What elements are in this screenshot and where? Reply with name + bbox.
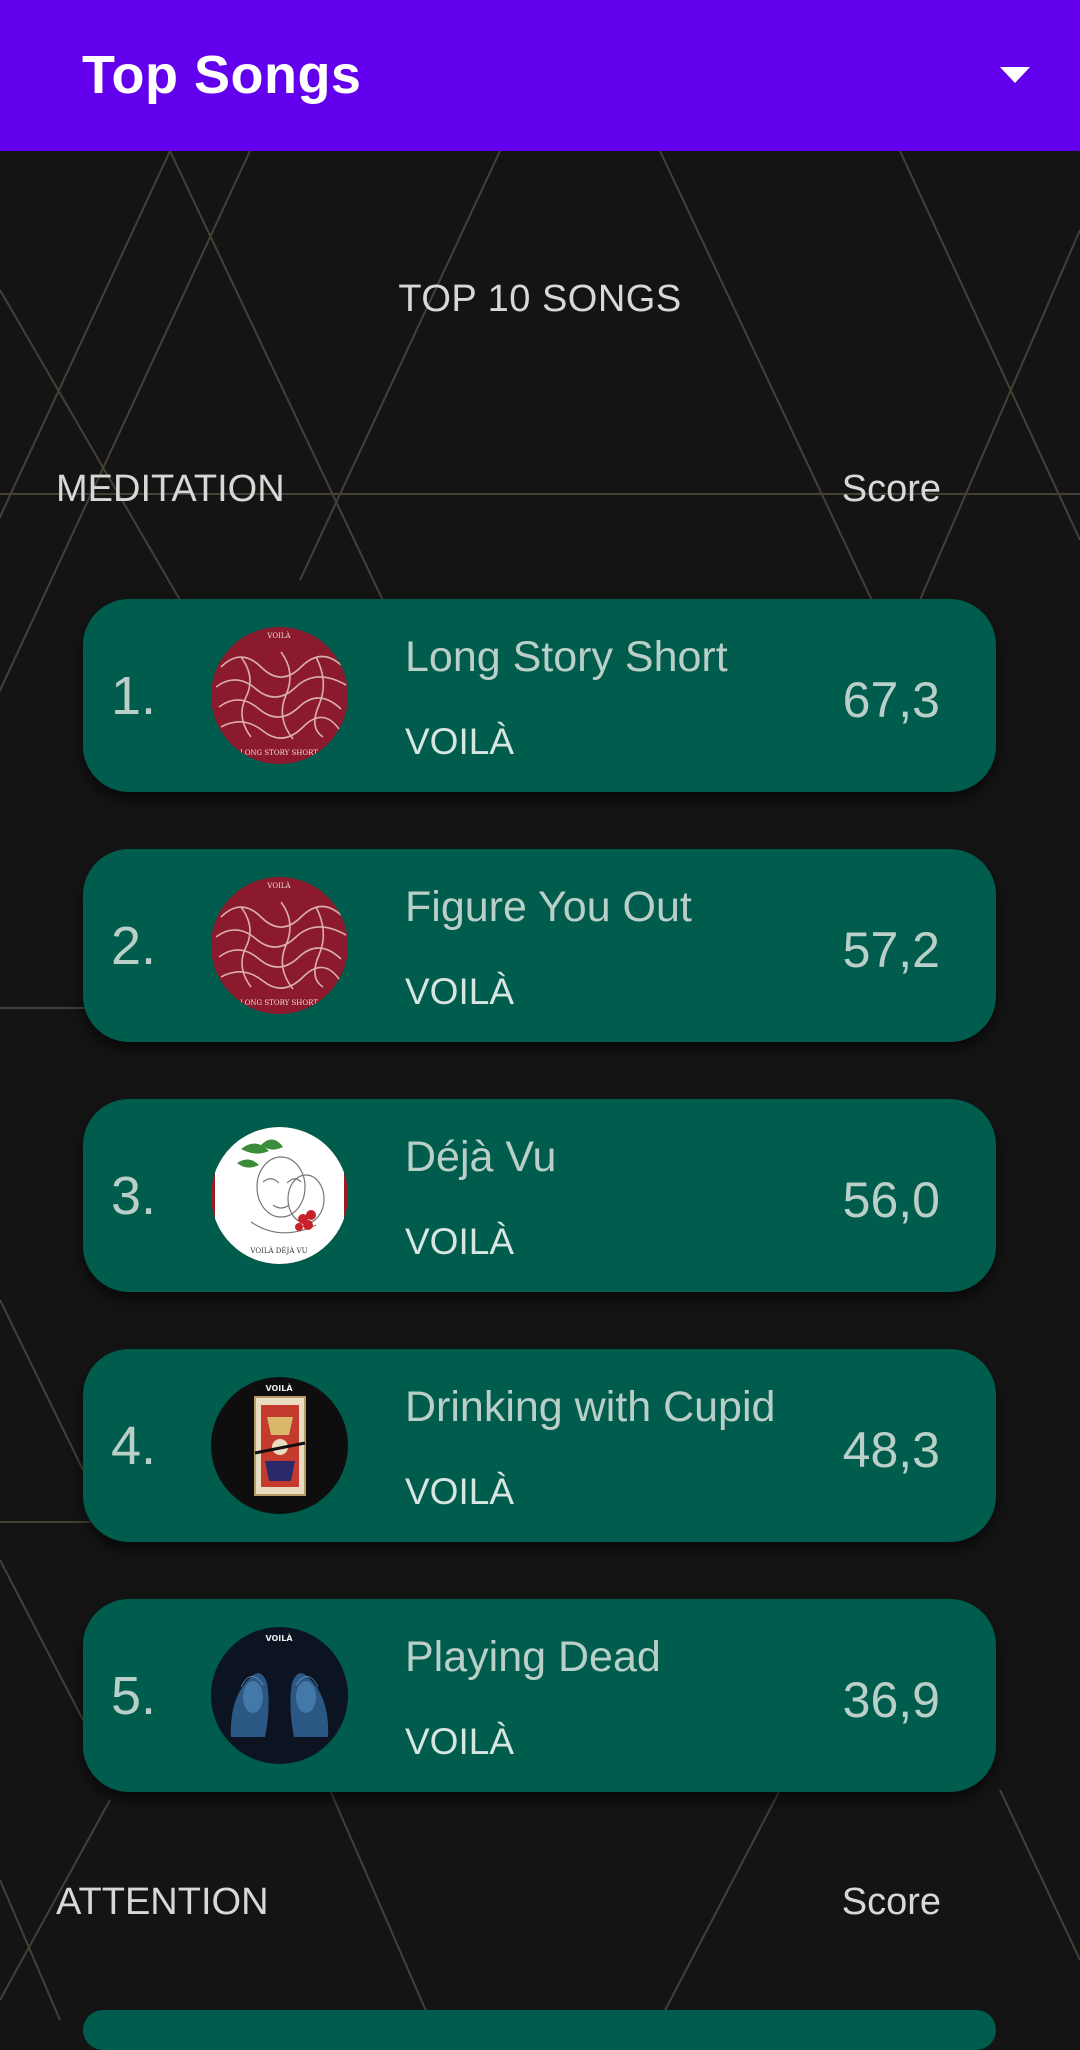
- song-card[interactable]: 5. VOILÀ Playing Dead VOILÀ 36,9: [83, 1599, 996, 1792]
- svg-text:LONG STORY SHORT: LONG STORY SHORT: [240, 999, 318, 1007]
- section-title: MEDITATION: [56, 468, 285, 510]
- song-rank: 1.: [111, 666, 157, 726]
- song-artist: VOILÀ: [405, 721, 514, 762]
- song-artist: VOILÀ: [405, 1471, 514, 1512]
- album-art-red-pattern: VOILÀ LONG STORY SHORT: [211, 627, 348, 764]
- section-title: ATTENTION: [56, 1881, 269, 1923]
- svg-text:VOILÀ: VOILÀ: [265, 1632, 293, 1643]
- song-artist: VOILÀ: [405, 1221, 514, 1262]
- svg-text:VOILÀ: VOILÀ: [265, 1382, 293, 1393]
- album-art-red-pattern: VOILÀ LONG STORY SHORT: [211, 877, 348, 1014]
- song-rank: 3.: [111, 1166, 157, 1226]
- song-score: 48,3: [842, 1422, 940, 1478]
- chevron-down-icon[interactable]: [1000, 67, 1030, 83]
- song-card[interactable]: 2. VOILÀ LONG STORY SHORT Figure You Out…: [83, 849, 996, 1042]
- svg-text:VOILÀ: VOILÀ: [266, 631, 291, 640]
- song-artist: VOILÀ: [405, 971, 514, 1012]
- song-title: Playing Dead: [405, 1633, 661, 1681]
- album-art-blue-hands: VOILÀ: [211, 1627, 348, 1764]
- song-score: 56,0: [842, 1172, 940, 1228]
- song-title: Long Story Short: [405, 633, 728, 681]
- svg-text:VOILÀ: VOILÀ: [266, 881, 291, 890]
- song-card-partial[interactable]: [83, 2010, 996, 2050]
- section-header-meditation: MEDITATION Score: [56, 468, 941, 518]
- section-score-label: Score: [841, 1881, 941, 1923]
- song-card[interactable]: 3. VOILÀ DÉJÀ VU Déjà Vu VOILÀ 56,0: [83, 1099, 996, 1292]
- app-bar: Top Songs: [0, 0, 1080, 151]
- song-card[interactable]: 1. VOILÀ LONG STORY SHORT Long Story Sho…: [83, 599, 996, 792]
- song-card[interactable]: 4. VOILÀ Drinking with Cupid VOILÀ 48,3: [83, 1349, 996, 1542]
- song-title: Figure You Out: [405, 883, 692, 931]
- song-rank: 5.: [111, 1666, 157, 1726]
- section-header-attention: ATTENTION Score: [56, 1881, 941, 1931]
- page-heading: TOP 10 SONGS: [398, 278, 682, 320]
- svg-text:VOILÀ DÉJÀ VU: VOILÀ DÉJÀ VU: [249, 1246, 307, 1255]
- song-artist: VOILÀ: [405, 1721, 514, 1762]
- song-rank: 2.: [111, 916, 157, 976]
- song-title: Déjà Vu: [405, 1133, 557, 1181]
- svg-text:LONG STORY SHORT: LONG STORY SHORT: [240, 749, 318, 757]
- album-art-white-sketch: VOILÀ DÉJÀ VU: [211, 1127, 348, 1264]
- album-art-playing-card: VOILÀ: [211, 1377, 348, 1514]
- song-title: Drinking with Cupid: [405, 1383, 776, 1431]
- song-score: 67,3: [842, 672, 940, 728]
- song-score: 57,2: [842, 922, 940, 978]
- song-rank: 4.: [111, 1416, 157, 1476]
- app-bar-title: Top Songs: [82, 45, 362, 105]
- song-score: 36,9: [842, 1672, 940, 1728]
- section-score-label: Score: [841, 468, 941, 510]
